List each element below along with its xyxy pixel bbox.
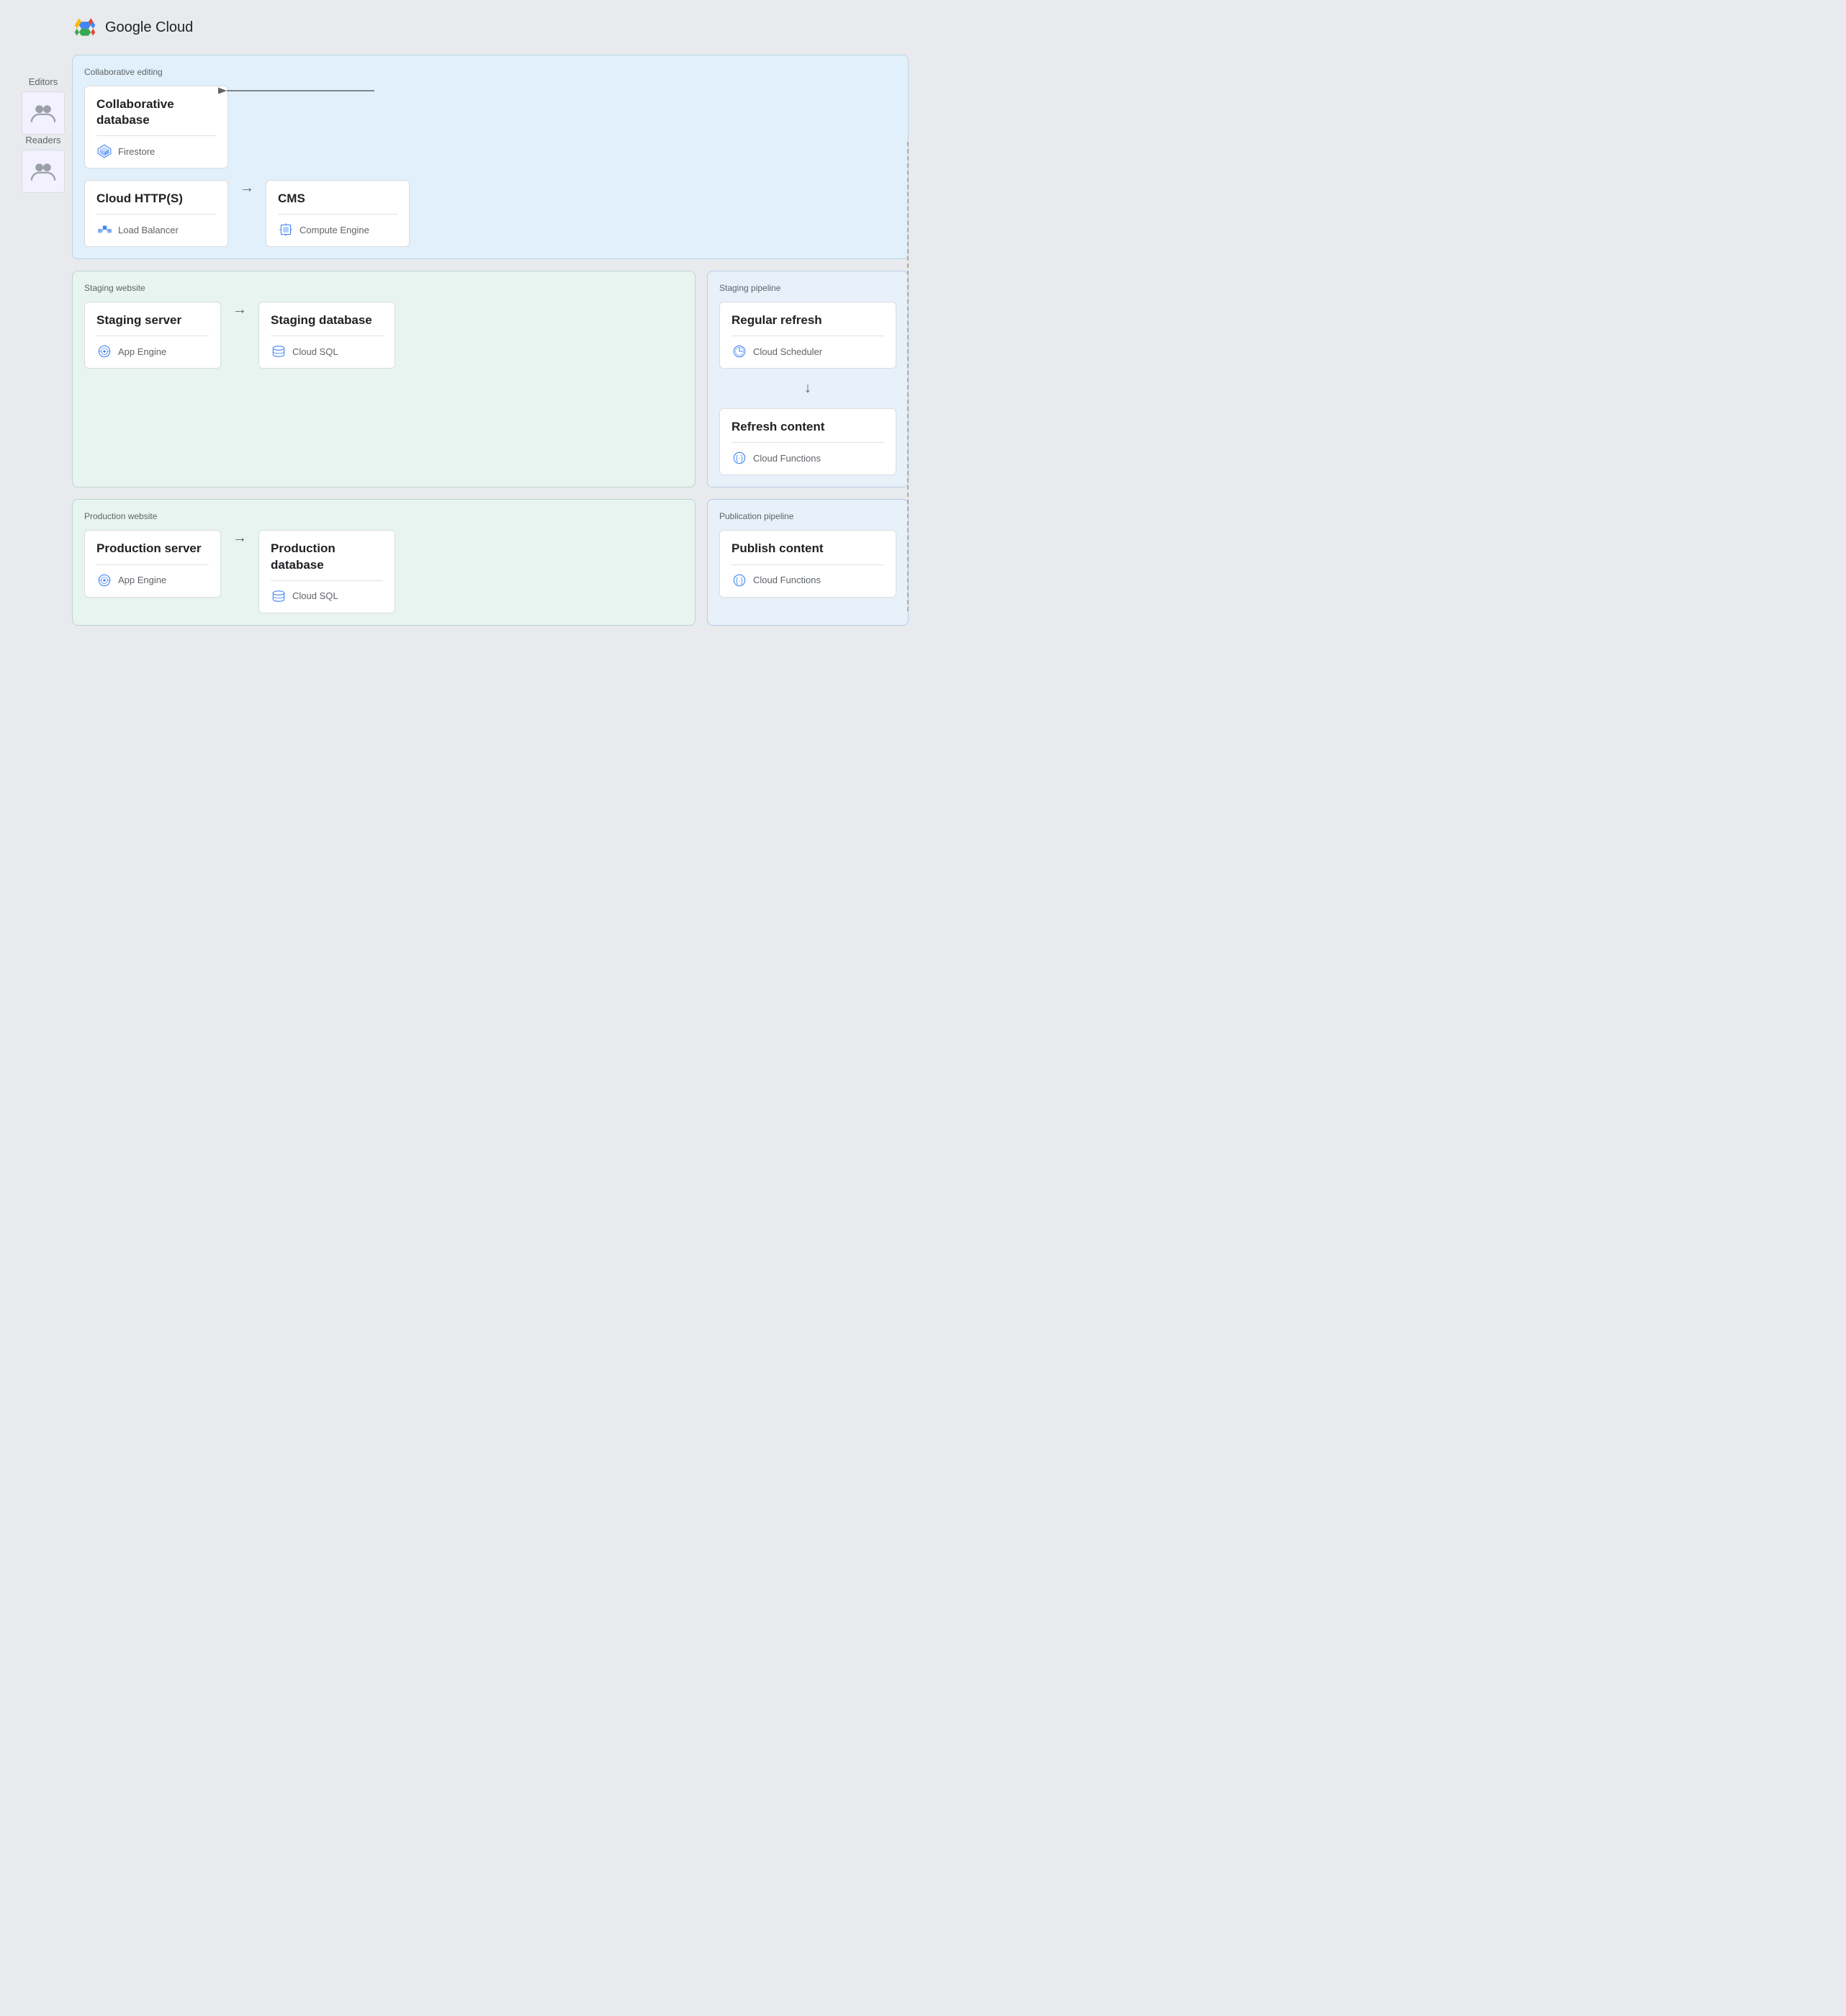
collaborative-db-card: Collaborative database Firestore [84, 86, 228, 168]
app-engine-prod-icon [96, 572, 112, 588]
staging-website-label: Staging website [84, 283, 683, 293]
readers-icon-box [22, 150, 65, 193]
publication-pipeline-cards: Publish content {·} Cloud Functions [719, 530, 896, 597]
cms-card: CMS Compute Engine [266, 180, 410, 247]
cms-title: CMS [278, 191, 397, 215]
publication-pipeline-label: Publication pipeline [719, 511, 896, 521]
dashed-line [907, 142, 909, 611]
staging-pipeline-cards: Regular refresh Cloud Scheduler [719, 302, 896, 475]
firestore-label: Firestore [118, 146, 155, 157]
mid-row: Staging website Staging server [72, 271, 909, 487]
staging-pipeline-section: Staging pipeline Regular refresh [707, 271, 909, 487]
publish-content-service: {·} Cloud Functions [731, 572, 884, 588]
cloud-sql-prod-icon [271, 588, 287, 604]
readers-people-icon [30, 158, 56, 184]
staging-db-service: Cloud SQL [271, 343, 383, 359]
scheduler-to-refresh-arrow: ↓ [719, 377, 896, 400]
collab-bottom-row: Cloud HTTP(S) Load Balancer [84, 180, 896, 247]
regular-refresh-service: Cloud Scheduler [731, 343, 884, 359]
editors-people-icon [30, 100, 56, 126]
cms-service: Compute Engine [278, 222, 397, 238]
load-balancer-icon [96, 222, 112, 238]
regular-refresh-title: Regular refresh [731, 312, 884, 336]
refresh-content-title: Refresh content [731, 419, 884, 443]
load-balancer-label: Load Balancer [118, 225, 179, 235]
publication-pipeline-section: Publication pipeline Publish content {·}… [707, 499, 909, 625]
staging-server-title: Staging server [96, 312, 209, 336]
staging-website-section: Staging website Staging server [72, 271, 695, 487]
compute-engine-icon [278, 222, 294, 238]
cloud-scheduler-icon [731, 343, 747, 359]
app-engine-staging-label: App Engine [118, 346, 166, 357]
production-website-label: Production website [84, 511, 683, 521]
firestore-icon [96, 143, 112, 159]
staging-server-to-db-arrow: → [233, 302, 247, 318]
app-engine-prod-label: App Engine [118, 575, 166, 585]
cloud-functions-publish-label: Cloud Functions [753, 575, 821, 585]
app-engine-staging-icon [96, 343, 112, 359]
svg-text:{·}: {·} [736, 455, 744, 463]
publish-content-card: Publish content {·} Cloud Functions [719, 530, 896, 597]
collaborative-db-title: Collaborative database [96, 96, 216, 136]
collaborative-db-service: Firestore [96, 143, 216, 159]
bottom-row: Production website Production server [72, 499, 909, 625]
cloud-sql-staging-icon [271, 343, 287, 359]
collaborative-editing-section: Collaborative editing Collaborative data… [72, 55, 909, 259]
cloud-sql-staging-label: Cloud SQL [292, 346, 338, 357]
production-server-title: Production server [96, 541, 209, 564]
regular-refresh-card: Regular refresh Cloud Scheduler [719, 302, 896, 369]
google-cloud-logo-icon [72, 14, 98, 40]
logo-area: Google Cloud [14, 14, 909, 40]
readers-group: Readers [22, 135, 65, 193]
page: Google Cloud Editors Readers [0, 0, 923, 654]
refresh-content-card: Refresh content {·} Cloud Functions [719, 408, 896, 475]
editors-group: Editors [22, 76, 65, 135]
editors-label: Editors [29, 76, 58, 87]
production-server-card: Production server App Engine [84, 530, 221, 597]
https-to-cms-arrow: → [240, 180, 254, 197]
readers-label: Readers [25, 135, 60, 145]
cloud-https-service: Load Balancer [96, 222, 216, 238]
google-cloud-text: Google Cloud [105, 19, 193, 36]
cloud-scheduler-label: Cloud Scheduler [753, 346, 822, 357]
production-website-section: Production website Production server [72, 499, 695, 625]
collaborative-editing-label: Collaborative editing [84, 67, 896, 77]
cloud-https-card: Cloud HTTP(S) Load Balancer [84, 180, 228, 247]
staging-db-title: Staging database [271, 312, 383, 336]
cloud-https-title: Cloud HTTP(S) [96, 191, 216, 215]
content-area: Collaborative editing Collaborative data… [72, 55, 909, 626]
production-db-service: Cloud SQL [271, 588, 383, 604]
compute-engine-label: Compute Engine [300, 225, 369, 235]
refresh-content-service: {·} Cloud Functions [731, 450, 884, 466]
staging-pipeline-label: Staging pipeline [719, 283, 896, 293]
staging-db-card: Staging database Cloud SQL [258, 302, 395, 369]
actors-column: Editors Readers [14, 55, 72, 626]
cloud-sql-prod-label: Cloud SQL [292, 590, 338, 601]
cloud-functions-refresh-label: Cloud Functions [753, 453, 821, 464]
staging-cards-row: Staging server App Engi [84, 302, 683, 369]
editors-icon-box [22, 91, 65, 135]
staging-server-service: App Engine [96, 343, 209, 359]
publish-content-title: Publish content [731, 541, 884, 564]
svg-text:{·}: {·} [736, 577, 744, 585]
cloud-functions-publish-icon: {·} [731, 572, 747, 588]
production-db-title: Production database [271, 541, 383, 580]
prod-server-to-db-arrow: → [233, 530, 247, 546]
cloud-functions-refresh-icon: {·} [731, 450, 747, 466]
production-server-service: App Engine [96, 572, 209, 588]
production-cards-row: Production server App Engine [84, 530, 683, 613]
production-db-card: Production database Cloud SQL [258, 530, 395, 613]
staging-server-card: Staging server App Engi [84, 302, 221, 369]
